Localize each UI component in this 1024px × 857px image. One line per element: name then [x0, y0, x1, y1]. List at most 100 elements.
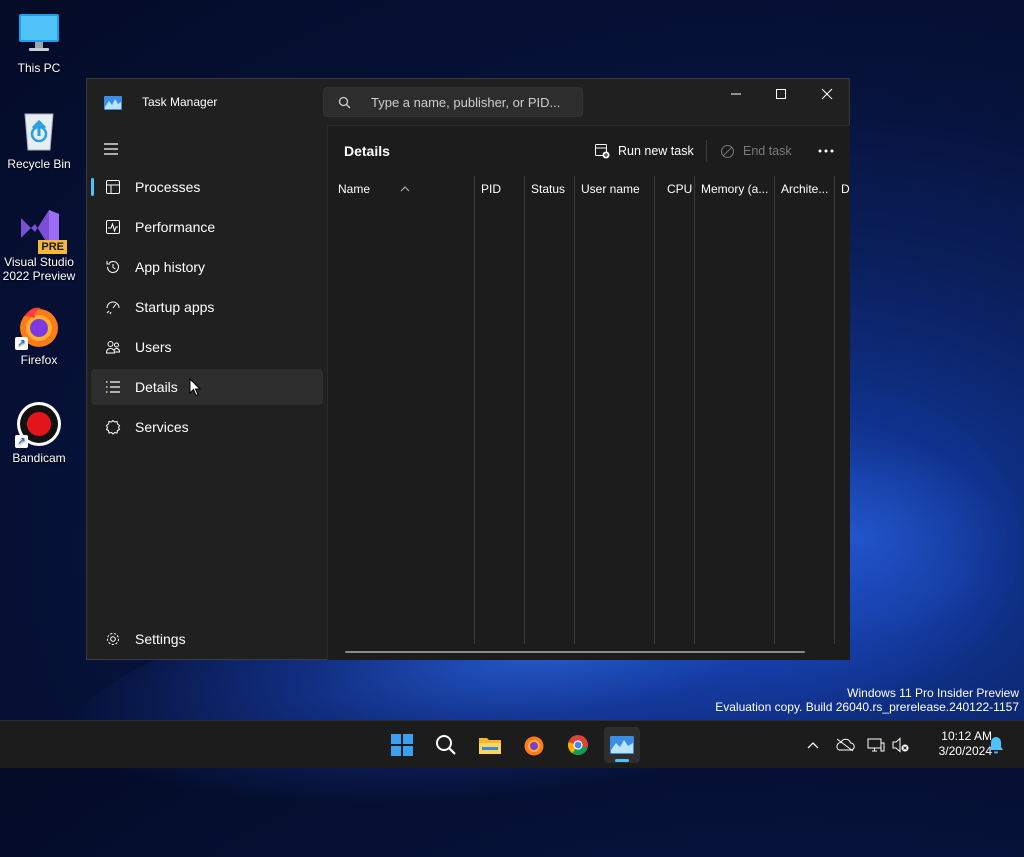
network-tray-button[interactable]: [865, 734, 887, 756]
task-manager-icon: [104, 95, 122, 110]
gear-icon: [91, 631, 135, 647]
services-icon: [91, 419, 135, 435]
column-divider[interactable]: [774, 176, 775, 644]
run-task-icon: [594, 143, 610, 159]
onedrive-tray-button[interactable]: [834, 734, 856, 756]
column-header-pid[interactable]: PID: [475, 176, 525, 202]
sidebar-item-label: Performance: [135, 219, 216, 235]
desktop-icon-recycle-bin[interactable]: Recycle Bin: [0, 106, 78, 171]
column-divider[interactable]: [574, 176, 575, 644]
end-task-button[interactable]: End task: [720, 136, 792, 166]
horizontal-scrollbar[interactable]: [345, 651, 805, 653]
column-divider[interactable]: [654, 176, 655, 644]
column-divider[interactable]: [834, 176, 835, 644]
chevron-up-icon: [807, 742, 819, 749]
app-history-icon: [91, 259, 135, 275]
sidebar-item-label: Details: [135, 379, 178, 395]
column-header-description[interactable]: De: [835, 176, 850, 202]
visual-studio-icon: PRE: [15, 204, 67, 254]
desktop-icon-visual-studio[interactable]: PRE Visual Studio 2022 Preview: [0, 204, 78, 283]
users-icon: [91, 339, 135, 355]
toolbar-divider: [706, 140, 707, 162]
sidebar-item-app-history[interactable]: App history: [91, 249, 323, 285]
page-title: Details: [344, 143, 390, 159]
close-icon: [821, 88, 833, 100]
minimize-button[interactable]: [713, 79, 759, 109]
details-icon: [91, 379, 135, 395]
task-manager-icon: [610, 736, 634, 754]
column-header-status[interactable]: Status: [525, 176, 575, 202]
taskbar-file-explorer[interactable]: [472, 727, 508, 763]
end-task-label: End task: [743, 144, 792, 158]
maximize-button[interactable]: [758, 79, 804, 109]
column-divider[interactable]: [694, 176, 695, 644]
shortcut-arrow-icon: ↗: [15, 435, 28, 448]
sidebar-nav: Processes Performance App history Startu…: [91, 169, 323, 449]
clock-date: 3/20/2024: [938, 744, 992, 758]
search-input[interactable]: Type a name, publisher, or PID...: [371, 95, 560, 110]
column-header-architecture[interactable]: Archite...: [775, 176, 835, 202]
search-box[interactable]: Type a name, publisher, or PID...: [323, 87, 583, 117]
desktop-icon-bandicam[interactable]: ↗ Bandicam: [0, 400, 78, 465]
chrome-icon: [568, 735, 588, 755]
sidebar-item-label: Users: [135, 339, 172, 355]
taskbar-clock[interactable]: 10:12 AM 3/20/2024: [916, 729, 992, 759]
taskbar-task-manager[interactable]: [604, 727, 640, 763]
monitor-icon: [15, 10, 63, 58]
sidebar-item-processes[interactable]: Processes: [91, 169, 323, 205]
bandicam-icon: ↗: [15, 400, 63, 448]
sidebar-item-services[interactable]: Services: [91, 409, 323, 445]
taskbar-firefox[interactable]: [516, 727, 552, 763]
mouse-cursor-icon: [189, 377, 202, 401]
run-new-task-button[interactable]: Run new task: [594, 136, 694, 166]
start-button[interactable]: [384, 727, 420, 763]
performance-icon: [91, 219, 135, 235]
sidebar-item-label: Services: [135, 419, 189, 435]
run-new-task-label: Run new task: [618, 144, 694, 158]
window-title: Task Manager: [142, 95, 218, 109]
prohibited-icon: [720, 144, 735, 159]
sidebar-item-label: Startup apps: [135, 299, 215, 315]
sidebar-item-users[interactable]: Users: [91, 329, 323, 365]
cloud-offline-icon: [836, 738, 855, 752]
column-header-memory[interactable]: Memory (a...: [695, 176, 775, 202]
volume-tray-button[interactable]: [890, 734, 912, 756]
bell-icon: [989, 737, 1003, 754]
desktop-icon-label: Recycle Bin: [7, 157, 71, 171]
title-bar[interactable]: Task Manager Type a name, publisher, or …: [87, 79, 849, 125]
taskbar-search-button[interactable]: [428, 727, 464, 763]
file-explorer-icon: [479, 738, 501, 754]
shortcut-arrow-icon: ↗: [15, 337, 28, 350]
settings-label: Settings: [135, 631, 186, 647]
sidebar-item-details[interactable]: Details: [91, 369, 323, 405]
desktop-icon-this-pc[interactable]: This PC: [0, 10, 78, 75]
desktop-icon-firefox[interactable]: ↗ Firefox: [0, 302, 78, 367]
column-divider[interactable]: [474, 176, 475, 644]
taskbar-chrome[interactable]: [560, 727, 596, 763]
sidebar-item-settings[interactable]: Settings: [91, 621, 323, 657]
show-hidden-icons-button[interactable]: [802, 734, 824, 756]
maximize-icon: [776, 89, 786, 99]
startup-apps-icon: [91, 299, 135, 315]
more-options-button[interactable]: [812, 138, 840, 164]
column-header-user-name[interactable]: User name: [575, 176, 655, 202]
start-icon: [391, 734, 413, 756]
search-icon: [436, 735, 456, 755]
network-icon: [867, 738, 885, 752]
search-icon: [338, 95, 352, 114]
firefox-icon: [524, 736, 544, 756]
column-divider[interactable]: [524, 176, 525, 644]
sidebar-item-label: App history: [135, 259, 206, 275]
sidebar-item-startup-apps[interactable]: Startup apps: [91, 289, 323, 325]
column-header-cpu[interactable]: CPU: [655, 176, 695, 202]
desktop-icon-label: This PC: [17, 61, 61, 75]
close-button[interactable]: [804, 79, 850, 109]
details-pane: Details Run new task End task Name PID S…: [327, 125, 850, 660]
notifications-button[interactable]: [985, 734, 1007, 756]
desktop-icon-label: Visual Studio 2022 Preview: [2, 255, 76, 283]
sort-ascending-icon: [400, 177, 410, 196]
sidebar-item-performance[interactable]: Performance: [91, 209, 323, 245]
hamburger-menu-button[interactable]: [97, 135, 125, 163]
hamburger-icon: [104, 143, 118, 155]
more-icon: [818, 149, 834, 153]
